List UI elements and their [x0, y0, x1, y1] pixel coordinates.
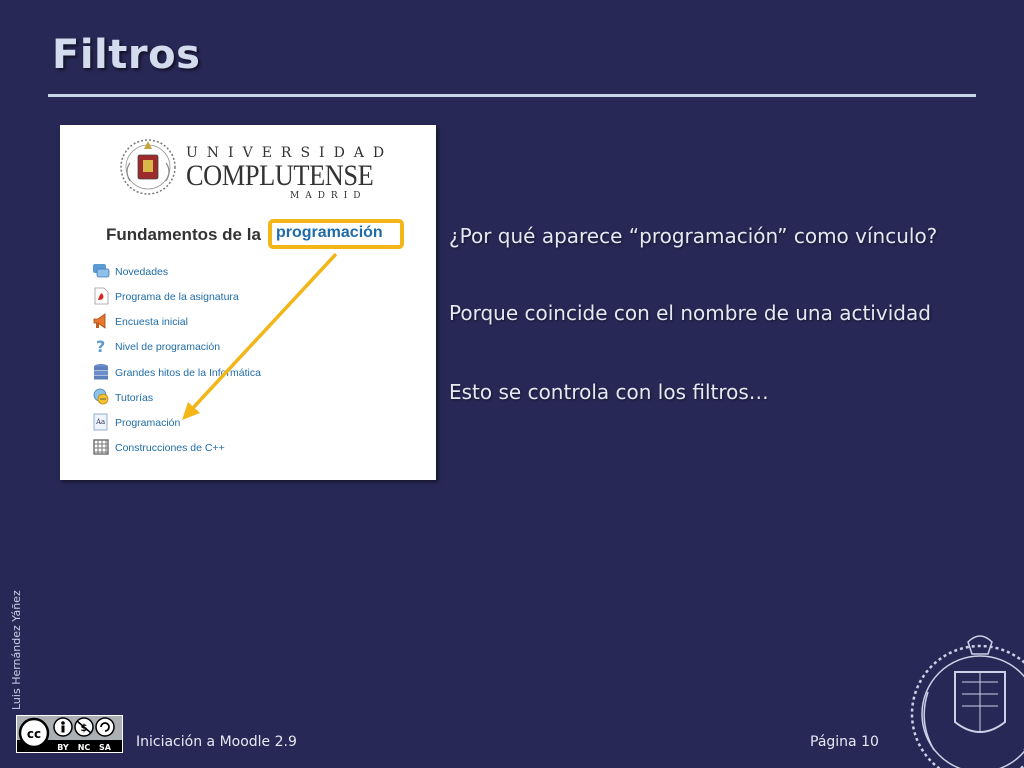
forum-icon	[93, 264, 110, 278]
university-seal-watermark-icon	[900, 632, 1024, 768]
activity-label: Nivel de programación	[115, 341, 221, 353]
activity-label: Programación	[115, 417, 181, 429]
footer-course-title: Iniciación a Moodle 2.9	[136, 734, 297, 750]
activity-nivel[interactable]: ? Nivel de programación	[92, 337, 392, 359]
activity-programa[interactable]: Programa de la asignatura	[92, 287, 392, 309]
course-screenshot: UNIVERSIDAD COMPLUTENSE MADRID Fundament…	[60, 125, 436, 480]
activity-label: Novedades	[115, 266, 169, 278]
university-name-line2: COMPLUTENSE	[186, 159, 374, 192]
cc-by-text: BY	[57, 743, 69, 752]
question-text: ¿Por qué aparece “programación” como vín…	[449, 224, 938, 248]
cc-nc-text: NC	[78, 743, 91, 752]
cc-sa-text: SA	[99, 743, 112, 752]
cc-license-badge[interactable]: cc $ BY NC SA	[16, 715, 123, 753]
title-divider	[48, 94, 976, 97]
answer-text: Porque coincide con el nombre de una act…	[449, 301, 931, 325]
activity-label: Encuesta inicial	[115, 316, 188, 328]
activity-programacion[interactable]: Aa Programación	[92, 413, 392, 435]
activity-hitos[interactable]: Grandes hitos de la Informática	[92, 363, 392, 385]
page-number: Página 10	[810, 734, 879, 750]
slide-title: Filtros	[52, 32, 201, 78]
activity-tutorias[interactable]: Tutorías	[92, 388, 392, 410]
auto-link-programacion[interactable]: programación	[276, 224, 383, 242]
cc-text: cc	[27, 727, 41, 741]
note-text: Esto se controla con los filtros…	[449, 380, 769, 404]
activity-label: Tutorías	[115, 392, 154, 404]
database-icon	[94, 364, 108, 380]
question-icon: ?	[96, 337, 105, 355]
cc-license-icon: cc $ BY NC SA	[17, 716, 122, 752]
activity-novedades[interactable]: Novedades	[92, 262, 392, 284]
university-name-line3: MADRID	[290, 191, 367, 201]
pdf-icon	[94, 287, 109, 305]
university-seal-icon	[120, 139, 176, 195]
activity-label: Construcciones de C++	[115, 442, 225, 454]
activity-label: Programa de la asignatura	[115, 291, 239, 303]
glossary-icon: Aa	[93, 413, 108, 431]
svg-text:Aa: Aa	[95, 418, 105, 426]
survey-icon	[93, 313, 106, 329]
activity-construcciones[interactable]: Construcciones de C++	[92, 438, 392, 460]
activity-encuesta[interactable]: Encuesta inicial	[92, 312, 392, 334]
svg-text:?: ?	[96, 337, 105, 355]
activity-label: Grandes hitos de la Informática	[115, 367, 261, 379]
author-name: Luis Hernández Yáñez	[10, 590, 23, 710]
chat-icon	[93, 388, 109, 405]
course-title: Fundamentos de la	[106, 225, 261, 244]
workshop-icon	[93, 439, 109, 455]
